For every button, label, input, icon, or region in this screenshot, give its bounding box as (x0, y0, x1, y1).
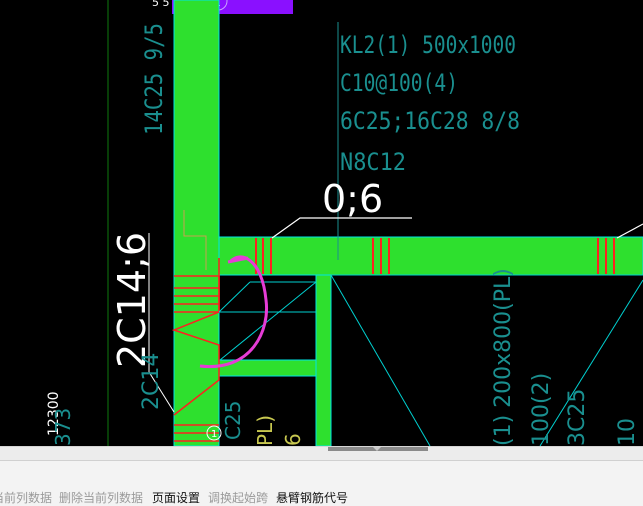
top-left-text: 5 5 (152, 0, 170, 9)
page-setup-button[interactable]: 页面设置 (152, 491, 200, 505)
bottom-toolbar: 当前列数据 删除当前列数据 页面设置 调换起始跨 悬臂钢筋代号 (0, 460, 643, 506)
left-small-text: 2C14 (139, 353, 164, 410)
elevation-partial: 373 (51, 408, 75, 446)
right-vertical-text: (1) 200x800(PL) (491, 268, 516, 446)
cad-drawing-canvas[interactable]: 1 5 5 (0, 0, 643, 446)
current-column-data-button[interactable]: 当前列数据 (0, 491, 52, 505)
cantilever-rebar-code-button[interactable]: 悬臂钢筋代号 (276, 491, 348, 505)
panel-splitter[interactable] (0, 446, 643, 461)
beam-label-line2: C10@100(4) (340, 69, 458, 97)
secondary-column[interactable] (315, 274, 332, 446)
bottom-middle-mark: 6 (281, 433, 305, 446)
bottom-marker-text: 1 (211, 429, 217, 440)
swap-start-span-button[interactable]: 调换起始跨 (208, 491, 268, 505)
splitter-arrow-icon (373, 447, 381, 451)
vertical-column[interactable] (173, 0, 220, 446)
delete-current-column-data-button[interactable]: 删除当前列数据 (59, 491, 143, 505)
right-vertical-text3: 3C25 (565, 389, 590, 446)
top-annotation: 0;6 (322, 177, 383, 221)
bottom-middle-text2: PL) (253, 415, 277, 446)
beam-label-line1: KL2(1) 500x1000 (340, 31, 516, 59)
beam-label-line3: 6C25;16C28 8/8 (340, 107, 520, 135)
horizontal-beam[interactable] (218, 236, 643, 276)
vertical-annotation: 2C14;6 (110, 232, 154, 368)
right-vertical-text4: 10 (615, 418, 640, 446)
left-column-label: 14C25 9/5 (140, 23, 168, 135)
beam-label-line4: N8C12 (340, 148, 406, 176)
right-vertical-text2: 100(2) (529, 373, 554, 446)
bottom-middle-text: C25 (221, 401, 245, 440)
